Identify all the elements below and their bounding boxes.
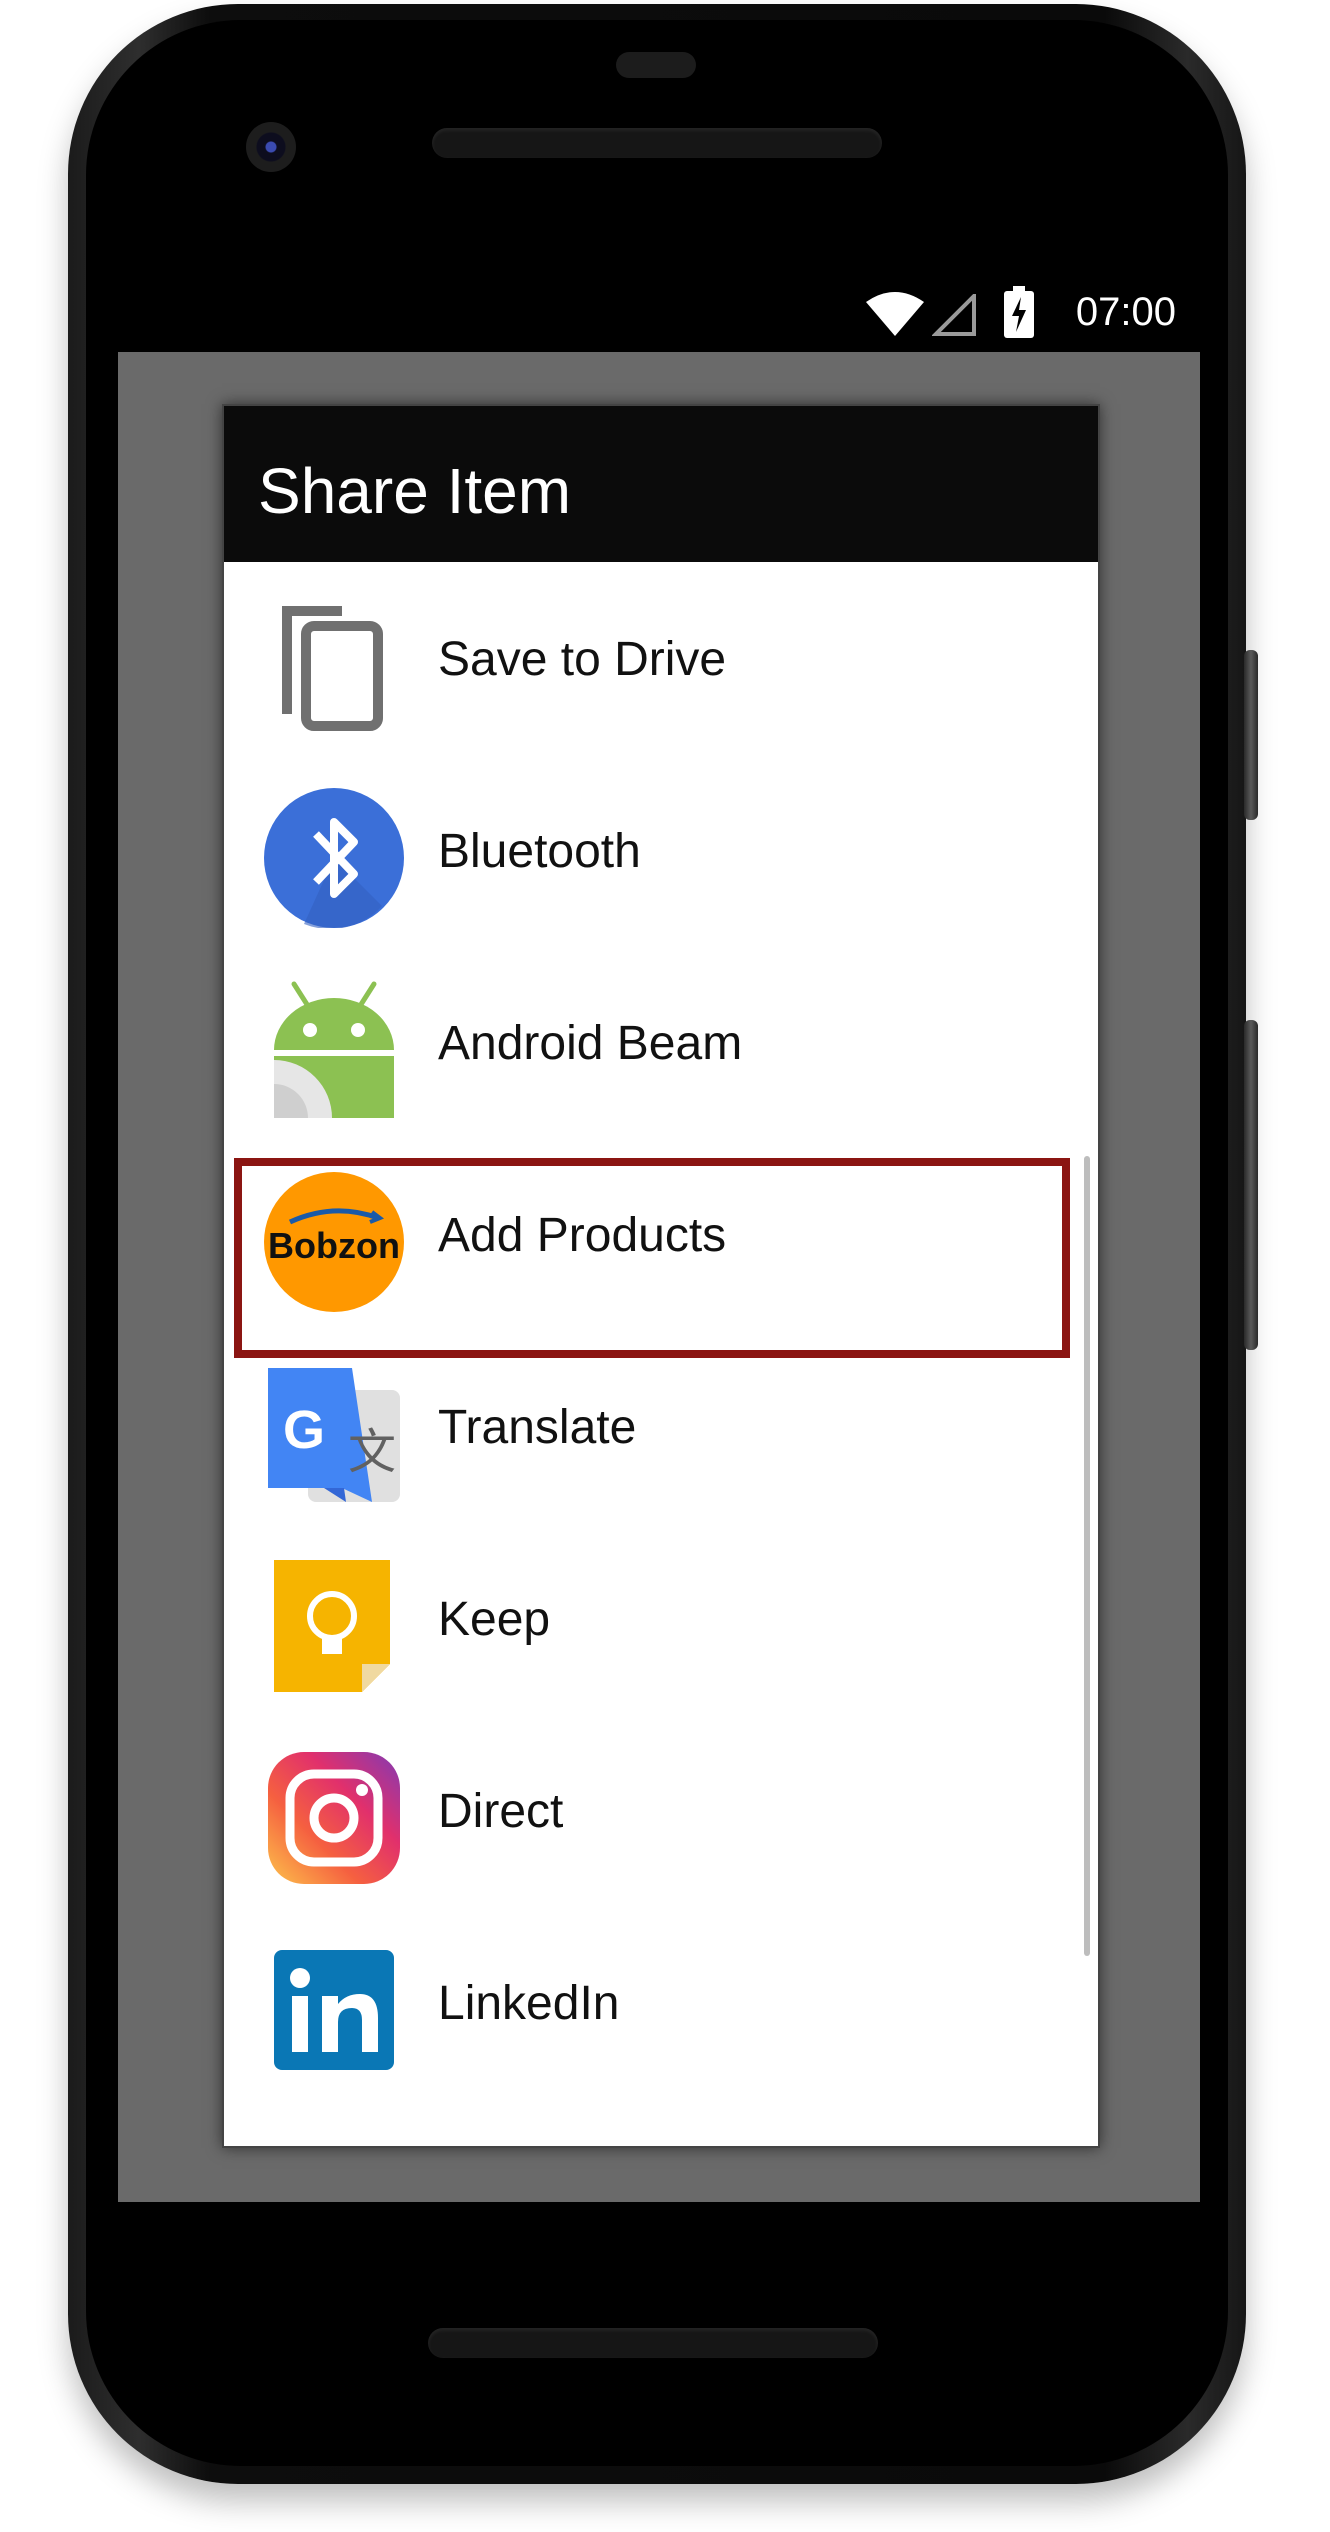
bottom-speaker-grille [428, 2328, 878, 2358]
instagram-icon [268, 1752, 400, 1884]
linkedin-icon [274, 1950, 394, 2070]
svg-text:文: 文 [348, 1424, 396, 1480]
share-item-direct[interactable]: Direct [224, 1712, 1098, 1904]
share-item-label: Keep [438, 1593, 551, 1646]
status-time: 07:00 [1075, 290, 1176, 334]
dialog-title: Share Item [258, 455, 572, 527]
cellular-signal-icon [932, 294, 976, 336]
share-item-bluetooth[interactable]: Bluetooth [224, 752, 1098, 944]
share-dialog: Share Item Save to Drive Bluetooth Andro… [222, 404, 1100, 2148]
share-item-label: Save to Drive [438, 633, 727, 686]
copy-icon [282, 606, 383, 731]
scrollbar[interactable] [1084, 1156, 1090, 1956]
status-bar: 07:00 [118, 270, 1200, 352]
battery-charging-icon [1004, 286, 1034, 338]
volume-button [1244, 1020, 1258, 1350]
power-button [1244, 650, 1258, 820]
earpiece [616, 52, 696, 78]
share-item-label: Translate [438, 1401, 637, 1454]
top-speaker-grille [432, 128, 882, 158]
highlight-box [234, 1158, 1070, 1358]
google-translate-icon: G 文 [268, 1368, 400, 1502]
share-item-label: LinkedIn [438, 1977, 620, 2030]
front-camera [246, 122, 296, 172]
share-item-save-to-drive[interactable]: Save to Drive [224, 560, 1098, 752]
share-item-label: Android Beam [438, 1017, 743, 1070]
share-item-android-beam[interactable]: Android Beam [224, 944, 1098, 1136]
share-item-linkedin[interactable]: LinkedIn [224, 1904, 1098, 2096]
keep-icon [274, 1560, 390, 1692]
android-beam-icon [274, 981, 394, 1118]
wifi-icon [866, 292, 924, 336]
svg-text:G: G [283, 1400, 325, 1460]
share-item-label: Direct [438, 1785, 564, 1838]
share-item-label: Bluetooth [438, 825, 641, 878]
bluetooth-icon [264, 788, 404, 928]
dialog-header: Share Item [224, 406, 1098, 562]
share-item-keep[interactable]: Keep [224, 1520, 1098, 1712]
